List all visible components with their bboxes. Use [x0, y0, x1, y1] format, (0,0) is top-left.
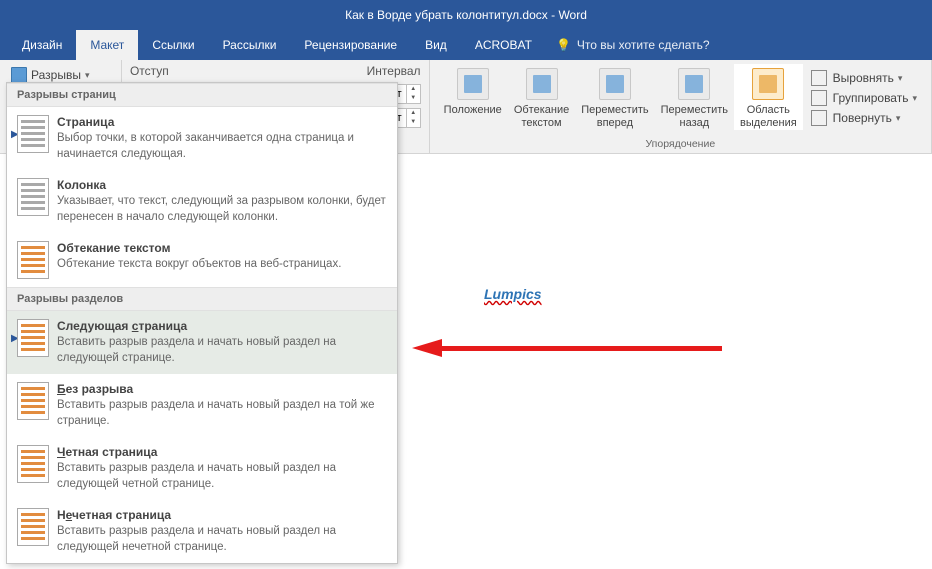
- align-icon: [811, 70, 827, 86]
- group-button[interactable]: Группировать ▾: [811, 88, 917, 108]
- break-textwrap-item[interactable]: Обтекание текстом Обтекание текста вокру…: [7, 233, 397, 287]
- arrow-head-icon: [412, 339, 442, 357]
- ribbon: Разрывы ▾ Отступ Интервал ▲▼ ▲▼: [0, 60, 932, 154]
- break-continuous-item[interactable]: Без разрыва Вставить разрыв раздела и на…: [7, 374, 397, 437]
- spin-up-icon[interactable]: ▲: [407, 109, 420, 118]
- group-icon: [811, 90, 827, 106]
- wrap-text-icon: [526, 68, 558, 100]
- group-label: Группировать: [833, 91, 909, 105]
- bring-forward-button[interactable]: Переместить вперед: [575, 64, 654, 130]
- break-next-page-title: Следующая страница: [57, 319, 387, 333]
- tell-me-search[interactable]: 💡 Что вы хотите сделать?: [546, 30, 720, 60]
- break-textwrap-desc: Обтекание текста вокруг объектов на веб-…: [57, 257, 387, 273]
- rotate-label: Повернуть: [833, 111, 892, 125]
- continuous-break-icon: [17, 382, 57, 429]
- chevron-down-icon: ▾: [912, 93, 917, 104]
- spin-down-icon[interactable]: ▼: [407, 118, 420, 127]
- break-column-title: Колонка: [57, 178, 387, 192]
- bring-forward-icon: [599, 68, 631, 100]
- break-odd-page-title: Нечетная страница: [57, 508, 387, 522]
- document-text[interactable]: Lumpics: [484, 286, 542, 302]
- break-continuous-title: Без разрыва: [57, 382, 387, 396]
- tab-layout[interactable]: Макет: [76, 30, 138, 60]
- lightbulb-icon: 💡: [556, 38, 571, 52]
- tab-links[interactable]: Ссылки: [138, 30, 208, 60]
- annotation-arrow: [412, 339, 722, 357]
- break-continuous-desc: Вставить разрыв раздела и начать новый р…: [57, 398, 387, 429]
- selection-pane-button[interactable]: Область выделения: [734, 64, 803, 130]
- selection-pane-icon: [752, 68, 784, 100]
- tab-acrobat[interactable]: ACROBAT: [461, 30, 546, 60]
- spin-down-icon[interactable]: ▼: [407, 94, 420, 103]
- break-odd-page-desc: Вставить разрыв раздела и начать новый р…: [57, 524, 387, 555]
- tell-me-placeholder: Что вы хотите сделать?: [577, 38, 710, 52]
- breaks-label: Разрывы: [31, 68, 81, 82]
- tab-mailings[interactable]: Рассылки: [209, 30, 291, 60]
- tab-review[interactable]: Рецензирование: [290, 30, 411, 60]
- column-break-icon: [17, 178, 57, 225]
- break-column-desc: Указывает, что текст, следующий за разры…: [57, 194, 387, 225]
- page-break-icon: ▶: [17, 115, 57, 162]
- position-label: Положение: [444, 104, 502, 117]
- rotate-icon: [811, 110, 827, 126]
- breaks-dropdown-menu: Разрывы страниц ▶ Страница Выбор точки, …: [6, 82, 398, 564]
- next-page-break-icon: ▶: [17, 319, 57, 366]
- break-page-item[interactable]: ▶ Страница Выбор точки, в которой заканч…: [7, 107, 397, 170]
- break-column-item[interactable]: Колонка Указывает, что текст, следующий …: [7, 170, 397, 233]
- wrap-text-button[interactable]: Обтекание текстом: [508, 64, 575, 130]
- odd-page-break-icon: [17, 508, 57, 555]
- align-label: Выровнять: [833, 71, 894, 85]
- spin-up-icon[interactable]: ▲: [407, 85, 420, 94]
- selection-pane-label: Область выделения: [740, 104, 797, 130]
- wrap-text-label: Обтекание текстом: [514, 104, 569, 130]
- break-next-page-item[interactable]: ▶ Следующая страница Вставить разрыв раз…: [7, 311, 397, 374]
- send-backward-label: Переместить назад: [661, 104, 728, 130]
- break-textwrap-title: Обтекание текстом: [57, 241, 387, 255]
- even-page-break-icon: [17, 445, 57, 492]
- interval-heading: Интервал: [367, 64, 421, 78]
- break-even-page-item[interactable]: Четная страница Вставить разрыв раздела …: [7, 437, 397, 500]
- break-odd-page-item[interactable]: Нечетная страница Вставить разрыв раздел…: [7, 500, 397, 563]
- position-button[interactable]: Положение: [438, 64, 508, 117]
- arrow-shaft: [442, 346, 722, 351]
- send-backward-icon: [678, 68, 710, 100]
- textwrap-break-icon: [17, 241, 57, 279]
- break-page-desc: Выбор точки, в которой заканчивается одн…: [57, 131, 387, 162]
- break-next-page-desc: Вставить разрыв раздела и начать новый р…: [57, 335, 387, 366]
- chevron-down-icon: ▾: [898, 73, 903, 84]
- ribbon-tabs: Дизайн Макет Ссылки Рассылки Рецензирова…: [0, 30, 932, 60]
- break-even-page-title: Четная страница: [57, 445, 387, 459]
- position-icon: [457, 68, 489, 100]
- break-page-title: Страница: [57, 115, 387, 129]
- indent-heading: Отступ: [130, 64, 169, 78]
- tab-view[interactable]: Вид: [411, 30, 461, 60]
- chevron-down-icon: ▾: [85, 70, 90, 81]
- arrange-group-label: Упорядочение: [438, 136, 923, 153]
- tab-design[interactable]: Дизайн: [8, 30, 76, 60]
- bring-forward-label: Переместить вперед: [581, 104, 648, 130]
- chevron-down-icon: ▾: [896, 113, 901, 124]
- section-breaks-section-header: Разрывы разделов: [7, 287, 397, 311]
- document-canvas[interactable]: Lumpics: [410, 168, 932, 569]
- breaks-icon: [11, 67, 27, 83]
- break-even-page-desc: Вставить разрыв раздела и начать новый р…: [57, 461, 387, 492]
- send-backward-button[interactable]: Переместить назад: [655, 64, 734, 130]
- page-breaks-section-header: Разрывы страниц: [7, 83, 397, 107]
- align-button[interactable]: Выровнять ▾: [811, 68, 917, 88]
- title-bar: Как в Ворде убрать колонтитул.docx - Wor…: [0, 0, 932, 30]
- rotate-button[interactable]: Повернуть ▾: [811, 108, 917, 128]
